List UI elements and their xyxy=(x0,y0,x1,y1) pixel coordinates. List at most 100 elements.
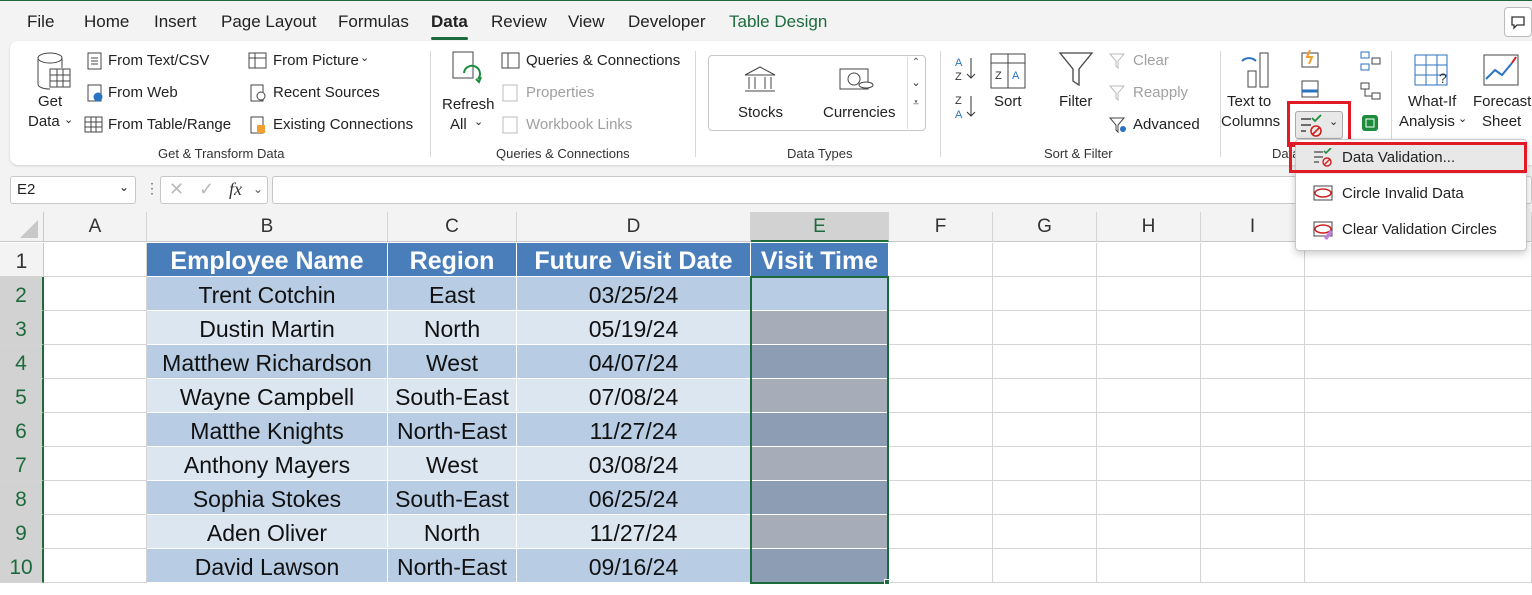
column-header-d[interactable]: D xyxy=(517,212,751,242)
cell[interactable] xyxy=(44,549,147,583)
tab-file[interactable]: File xyxy=(27,12,54,32)
cell[interactable] xyxy=(993,379,1097,413)
table-cell[interactable]: South-East xyxy=(388,481,517,515)
table-cell[interactable] xyxy=(751,277,889,311)
table-cell[interactable]: North-East xyxy=(388,413,517,447)
table-cell[interactable]: Trent Cotchin xyxy=(147,277,388,311)
from-picture-button[interactable]: From Picture xyxy=(273,52,359,69)
reapply-button[interactable]: Reapply xyxy=(1133,84,1188,101)
cell[interactable] xyxy=(889,243,993,277)
cell[interactable] xyxy=(993,277,1097,311)
tab-insert[interactable]: Insert xyxy=(154,12,197,32)
row-header-7[interactable]: 7 xyxy=(0,447,44,481)
cell[interactable] xyxy=(1201,243,1305,277)
table-header-cell[interactable]: Future Visit Date xyxy=(517,243,751,277)
cell[interactable] xyxy=(1201,379,1305,413)
table-cell[interactable]: North xyxy=(388,311,517,345)
table-cell[interactable]: 06/25/24 xyxy=(517,481,751,515)
gallery-scroll[interactable]: ⌃ ⌄ ⩡ xyxy=(907,57,924,129)
table-cell[interactable]: 05/19/24 xyxy=(517,311,751,345)
table-cell[interactable] xyxy=(751,311,889,345)
cell[interactable] xyxy=(1097,413,1201,447)
cell[interactable] xyxy=(889,277,993,311)
table-cell[interactable] xyxy=(751,345,889,379)
row-header-4[interactable]: 4 xyxy=(0,345,44,379)
consolidate-icon[interactable] xyxy=(1360,51,1382,76)
row-header-5[interactable]: 5 xyxy=(0,379,44,413)
tab-developer[interactable]: Developer xyxy=(628,12,706,32)
cell[interactable] xyxy=(1305,379,1532,413)
cell[interactable] xyxy=(44,481,147,515)
column-header-c[interactable]: C xyxy=(388,212,517,242)
filter-button[interactable]: Filter xyxy=(1059,93,1092,110)
column-header-f[interactable]: F xyxy=(889,212,993,242)
table-cell[interactable]: Wayne Campbell xyxy=(147,379,388,413)
cell[interactable] xyxy=(993,413,1097,447)
table-cell[interactable]: South-East xyxy=(388,379,517,413)
row-header-10[interactable]: 10 xyxy=(0,549,44,583)
column-header-g[interactable]: G xyxy=(993,212,1097,242)
cell[interactable] xyxy=(1097,345,1201,379)
table-cell[interactable]: East xyxy=(388,277,517,311)
relationships-icon[interactable] xyxy=(1360,81,1382,106)
text-to-columns-button[interactable]: Text to xyxy=(1227,93,1271,110)
cell[interactable] xyxy=(1097,515,1201,549)
tab-formulas[interactable]: Formulas xyxy=(338,12,409,32)
cancel-icon[interactable]: ✕ xyxy=(169,179,184,200)
cell[interactable] xyxy=(889,413,993,447)
cell[interactable] xyxy=(1097,243,1201,277)
tab-home[interactable]: Home xyxy=(84,12,129,32)
column-header-i[interactable]: I xyxy=(1201,212,1305,242)
table-header-cell[interactable]: Employee Name xyxy=(147,243,388,277)
table-cell[interactable]: Sophia Stokes xyxy=(147,481,388,515)
properties-button[interactable]: Properties xyxy=(526,84,594,101)
column-header-b[interactable]: B xyxy=(147,212,388,242)
cell[interactable] xyxy=(44,243,147,277)
cell[interactable] xyxy=(1305,481,1532,515)
existing-connections-button[interactable]: Existing Connections xyxy=(273,116,413,133)
refresh-all-button[interactable]: Refresh xyxy=(442,96,495,113)
table-cell[interactable]: David Lawson xyxy=(147,549,388,583)
cell[interactable] xyxy=(1305,447,1532,481)
cell[interactable] xyxy=(1201,549,1305,583)
cell[interactable] xyxy=(993,481,1097,515)
stocks-button[interactable]: Stocks xyxy=(738,104,783,121)
get-data-label[interactable]: Data xyxy=(28,113,60,130)
sort-az-icon[interactable]: AZ xyxy=(954,55,978,88)
cell[interactable] xyxy=(1201,447,1305,481)
cell[interactable] xyxy=(1097,481,1201,515)
cell[interactable] xyxy=(1201,481,1305,515)
what-if-analysis-label[interactable]: Analysis xyxy=(1399,113,1455,130)
table-cell[interactable]: 03/08/24 xyxy=(517,447,751,481)
queries-connections-button[interactable]: Queries & Connections xyxy=(526,52,680,69)
cell[interactable] xyxy=(1305,345,1532,379)
table-cell[interactable]: 09/16/24 xyxy=(517,549,751,583)
cell[interactable] xyxy=(993,311,1097,345)
cell[interactable] xyxy=(993,345,1097,379)
table-cell[interactable]: West xyxy=(388,447,517,481)
cell[interactable] xyxy=(44,447,147,481)
cell[interactable] xyxy=(889,345,993,379)
sort-button[interactable]: Sort xyxy=(994,93,1022,110)
select-all-corner[interactable] xyxy=(0,212,44,242)
tab-data[interactable]: Data xyxy=(431,12,468,40)
cell[interactable] xyxy=(1305,413,1532,447)
table-cell[interactable]: North xyxy=(388,515,517,549)
cell[interactable] xyxy=(889,515,993,549)
cell[interactable] xyxy=(1201,311,1305,345)
column-header-a[interactable]: A xyxy=(44,212,147,242)
table-cell[interactable] xyxy=(751,481,889,515)
comments-button[interactable] xyxy=(1504,7,1532,37)
what-if-analysis-button[interactable]: What-If xyxy=(1408,93,1456,110)
tab-table-design[interactable]: Table Design xyxy=(729,12,827,32)
workbook-links-button[interactable]: Workbook Links xyxy=(526,116,632,133)
table-cell[interactable]: Aden Oliver xyxy=(147,515,388,549)
table-cell[interactable] xyxy=(751,549,889,583)
get-data-button[interactable]: Get xyxy=(38,93,62,110)
cell[interactable] xyxy=(44,345,147,379)
table-cell[interactable]: 04/07/24 xyxy=(517,345,751,379)
enter-icon[interactable]: ✓ xyxy=(199,179,214,200)
cell[interactable] xyxy=(1305,277,1532,311)
cell[interactable] xyxy=(889,549,993,583)
cell[interactable] xyxy=(993,447,1097,481)
